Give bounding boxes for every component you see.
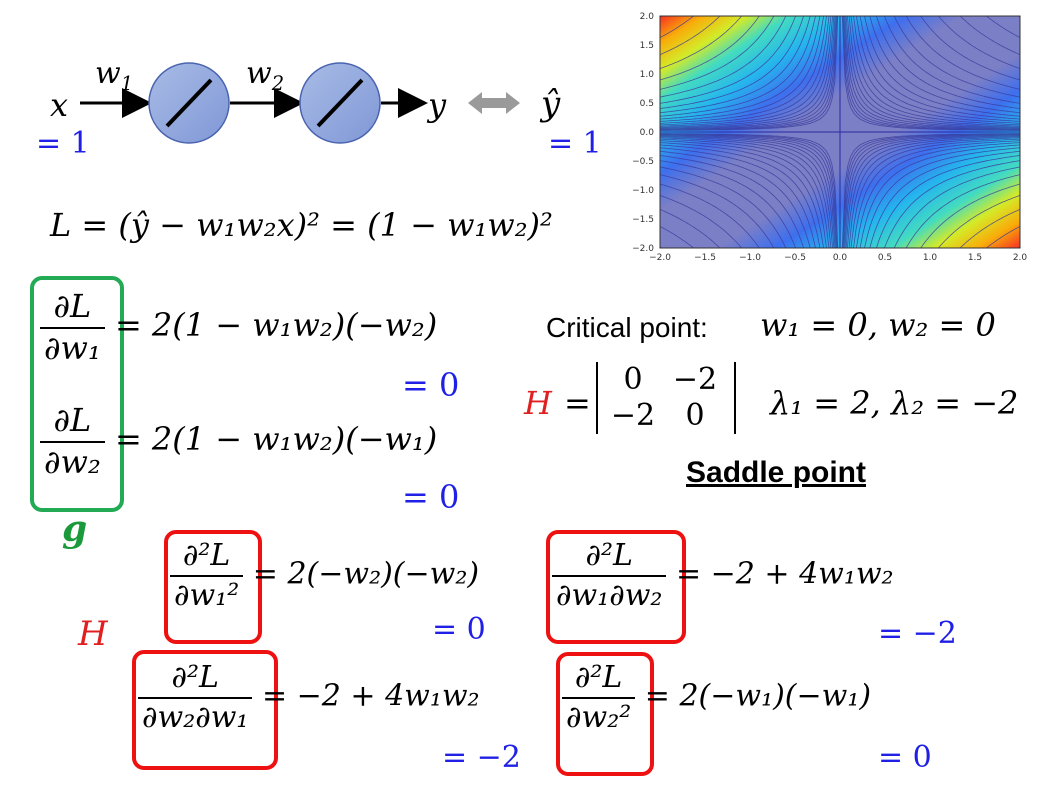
- grad-w2: ∂L ∂w₂ = 2(1 − w₁w₂)(−w₁): [40, 403, 437, 479]
- y-tick-label: 0.5: [640, 99, 654, 109]
- h11-value: = 0: [432, 612, 486, 647]
- critical-point-label: Critical point:: [546, 312, 708, 343]
- y-tick-label: −1.5: [632, 215, 654, 225]
- h22: ∂²L ∂w₂² = 2(−w₁)(−w₁): [562, 662, 871, 733]
- grad-w1-value: = 0: [402, 366, 460, 404]
- x-tick-label: −0.5: [784, 253, 806, 263]
- h21: ∂²L ∂w₂∂w₁ = −2 + 4w₁w₂: [138, 662, 480, 733]
- h21-value: = −2: [442, 740, 521, 775]
- x-tick-label: 0.0: [833, 253, 848, 263]
- x-tick-label: −2.0: [649, 253, 671, 263]
- y-tick-label: −2.0: [632, 244, 654, 254]
- y-tick-label: 2.0: [640, 12, 655, 22]
- y-tick-label: −0.5: [632, 157, 654, 167]
- h22-value: = 0: [878, 740, 932, 775]
- loss-equation: L = (ŷ − w₁w₂x)² = (1 − w₁w₂)²: [50, 206, 553, 244]
- x-tick-label: −1.5: [694, 253, 716, 263]
- y-tick-label: 0.0: [640, 128, 655, 138]
- double-arrow-icon: [468, 92, 520, 114]
- grad-w2-value: = 0: [402, 478, 460, 516]
- y-tick-label: 1.0: [640, 70, 655, 80]
- contour-plot: −2.0 −1.5 −1.0 −0.5 0.0 0.5 1.0 1.5 2.0 2.0 1.5 1.…: [632, 12, 1028, 263]
- h11: ∂²L ∂w₁² = 2(−w₂)(−w₂): [170, 540, 479, 611]
- x-tick-label: 2.0: [1013, 253, 1028, 263]
- eigenvalues: λ₁ = 2, λ₂ = −2: [770, 384, 1019, 422]
- x-tick-label: 1.5: [968, 253, 982, 263]
- hessian-matrix: 0 −2 −2 0: [596, 362, 736, 434]
- equals-sign: =: [564, 384, 591, 422]
- y-tick-label: 1.5: [640, 41, 654, 51]
- hessian-symbol: H: [524, 384, 552, 422]
- x-tick-label: −1.0: [739, 253, 761, 263]
- h12: ∂²L ∂w₁∂w₂ = −2 + 4w₁w₂: [552, 540, 894, 611]
- saddle-point-label: Saddle point: [686, 456, 866, 489]
- critical-point-value: w₁ = 0, w₂ = 0: [760, 306, 996, 344]
- gradient-label: g: [62, 508, 88, 550]
- y-tick-label: −1.0: [632, 186, 654, 196]
- h12-value: = −2: [878, 616, 957, 651]
- x-tick-label: 0.5: [878, 253, 892, 263]
- x-tick-label: 1.0: [923, 253, 938, 263]
- hessian-label: H: [78, 614, 108, 654]
- grad-w1: ∂L ∂w₁ = 2(1 − w₁w₂)(−w₂): [40, 289, 437, 365]
- network-graph: [80, 62, 520, 144]
